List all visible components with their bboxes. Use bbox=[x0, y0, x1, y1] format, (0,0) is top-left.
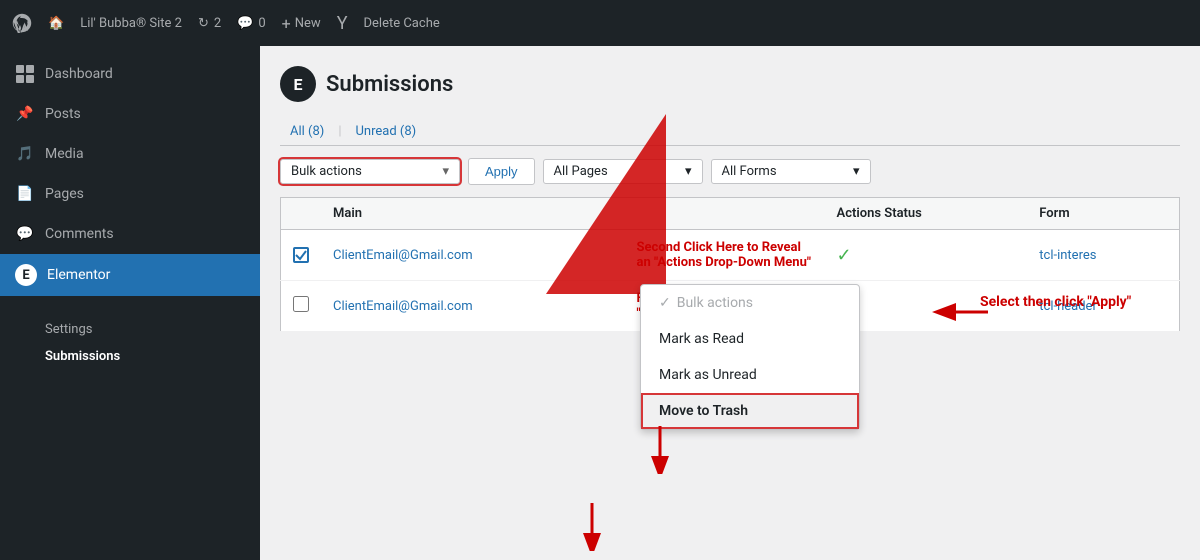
sidebar-label-pages: Pages bbox=[45, 186, 84, 202]
site-name[interactable]: Lil' Bubba® Site 2 bbox=[80, 16, 182, 31]
arrow-second-click-icon bbox=[648, 424, 672, 474]
pages-icon: 📄 bbox=[15, 184, 35, 204]
row1-status: ✓ bbox=[825, 230, 1028, 281]
updates-button[interactable]: ↻ 2 bbox=[198, 16, 221, 31]
sidebar-label-dashboard: Dashboard bbox=[45, 66, 113, 82]
posts-icon: 📌 bbox=[15, 104, 35, 124]
checkmark-indicator: ✓ bbox=[659, 295, 671, 311]
all-forms-dropdown[interactable]: All Forms ▾ bbox=[711, 159, 871, 184]
row1-checkbox-cell[interactable] bbox=[281, 230, 322, 281]
sidebar-item-pages[interactable]: 📄 Pages bbox=[0, 174, 260, 214]
row2-email[interactable]: ClientEmail@Gmail.com bbox=[321, 281, 625, 332]
sidebar-item-comments[interactable]: 💬 Comments bbox=[0, 214, 260, 254]
sidebar: Dashboard 📌 Posts 🎵 Media 📄 Pages 💬 Comm… bbox=[0, 46, 260, 560]
checkmark-icon bbox=[295, 249, 307, 261]
col-empty bbox=[625, 198, 825, 230]
all-pages-chevron-icon: ▾ bbox=[685, 164, 692, 179]
sidebar-label-submissions: Submissions bbox=[45, 349, 120, 364]
row2-email-link[interactable]: ClientEmail@Gmail.com bbox=[333, 299, 473, 314]
bulk-actions-dropdown[interactable]: Bulk actions ▾ bbox=[280, 159, 460, 184]
bulk-actions-label: Bulk actions bbox=[291, 164, 362, 179]
row1-checkbox[interactable] bbox=[293, 247, 309, 263]
home-icon: 🏠 bbox=[48, 16, 64, 31]
col-main: Main bbox=[321, 198, 625, 230]
row1-form-link[interactable]: tcl-interes bbox=[1039, 248, 1096, 263]
media-icon: 🎵 bbox=[15, 144, 35, 164]
sidebar-item-elementor[interactable]: E Elementor bbox=[0, 254, 260, 296]
all-forms-label: All Forms bbox=[722, 164, 777, 179]
row1-annotation-cell: Second Click Here to Reveal an "Actions … bbox=[625, 230, 825, 281]
all-pages-label: All Pages bbox=[554, 164, 608, 179]
sidebar-item-posts[interactable]: 📌 Posts bbox=[0, 94, 260, 134]
all-forms-chevron-icon: ▾ bbox=[853, 164, 860, 179]
page-header: E Submissions bbox=[280, 66, 1180, 102]
dropdown-item-bulk-actions: ✓ Bulk actions bbox=[641, 285, 859, 321]
home-icon-button[interactable]: 🏠 bbox=[48, 16, 64, 31]
wp-logo-icon bbox=[12, 13, 32, 33]
arrow-first-click-icon bbox=[580, 501, 604, 551]
sidebar-item-settings[interactable]: Settings bbox=[0, 316, 260, 343]
tab-separator: | bbox=[334, 124, 345, 139]
dropdown-item-move-trash[interactable]: Move to Trash bbox=[641, 393, 859, 429]
yoast-icon: Y bbox=[337, 13, 348, 34]
elementor-page-icon: E bbox=[280, 66, 316, 102]
layout: Dashboard 📌 Posts 🎵 Media 📄 Pages 💬 Comm… bbox=[0, 46, 1200, 560]
sidebar-label-media: Media bbox=[45, 146, 84, 162]
all-pages-dropdown[interactable]: All Pages ▾ bbox=[543, 159, 703, 184]
bulk-actions-dropdown-menu[interactable]: ✓ Bulk actions Mark as Read Mark as Unre… bbox=[640, 284, 860, 430]
sidebar-item-media[interactable]: 🎵 Media bbox=[0, 134, 260, 174]
updates-icon: ↻ bbox=[198, 16, 209, 31]
comments-icon: 💬 bbox=[237, 16, 253, 31]
tabs-bar: All (8) | Unread (8) bbox=[280, 118, 1180, 146]
page-title: Submissions bbox=[326, 72, 453, 97]
elementor-icon: E bbox=[15, 264, 37, 286]
row1-email-link[interactable]: ClientEmail@Gmail.com bbox=[333, 248, 473, 263]
row2-checkbox[interactable] bbox=[293, 296, 309, 312]
row1-form[interactable]: tcl-interes bbox=[1027, 230, 1179, 281]
sidebar-label-elementor: Elementor bbox=[47, 267, 110, 283]
row1-email[interactable]: ClientEmail@Gmail.com bbox=[321, 230, 625, 281]
row2-form-link[interactable]: tcl-header bbox=[1039, 299, 1097, 314]
dashboard-icon bbox=[15, 64, 35, 84]
apply-button[interactable]: Apply bbox=[468, 158, 535, 185]
row2-form[interactable]: tcl-header bbox=[1027, 281, 1179, 332]
sidebar-label-settings: Settings bbox=[45, 322, 92, 337]
sidebar-label-comments: Comments bbox=[45, 226, 114, 242]
wp-logo-button[interactable] bbox=[12, 13, 32, 33]
sidebar-item-dashboard[interactable]: Dashboard bbox=[0, 54, 260, 94]
yoast-button[interactable]: Y bbox=[337, 13, 348, 34]
table-row: ClientEmail@Gmail.com Second Click Here … bbox=[281, 230, 1180, 281]
dropdown-item-mark-unread[interactable]: Mark as Unread bbox=[641, 357, 859, 393]
bulk-actions-chevron-icon: ▾ bbox=[442, 164, 449, 179]
filter-bar: Bulk actions ▾ Apply All Pages ▾ All For… bbox=[280, 158, 1180, 185]
tab-unread[interactable]: Unread (8) bbox=[346, 118, 427, 145]
plus-icon: + bbox=[282, 14, 291, 33]
new-button[interactable]: + New bbox=[282, 14, 321, 33]
row1-status-icon: ✓ bbox=[837, 245, 852, 266]
tab-all[interactable]: All (8) bbox=[280, 118, 334, 145]
delete-cache-button[interactable]: Delete Cache bbox=[364, 16, 440, 31]
col-form: Form bbox=[1027, 198, 1179, 230]
col-checkbox bbox=[281, 198, 322, 230]
main-content: E Submissions All (8) | Unread (8) Bulk … bbox=[260, 46, 1200, 560]
comments-bubble-icon: 💬 bbox=[15, 224, 35, 244]
sidebar-label-posts: Posts bbox=[45, 106, 81, 122]
comments-button[interactable]: 💬 0 bbox=[237, 16, 266, 31]
col-actions-status: Actions Status bbox=[825, 198, 1028, 230]
sidebar-item-submissions[interactable]: Submissions bbox=[0, 343, 260, 370]
row2-checkbox-cell[interactable] bbox=[281, 281, 322, 332]
dropdown-item-mark-read[interactable]: Mark as Read bbox=[641, 321, 859, 357]
admin-bar: 🏠 Lil' Bubba® Site 2 ↻ 2 💬 0 + New Y Del… bbox=[0, 0, 1200, 46]
